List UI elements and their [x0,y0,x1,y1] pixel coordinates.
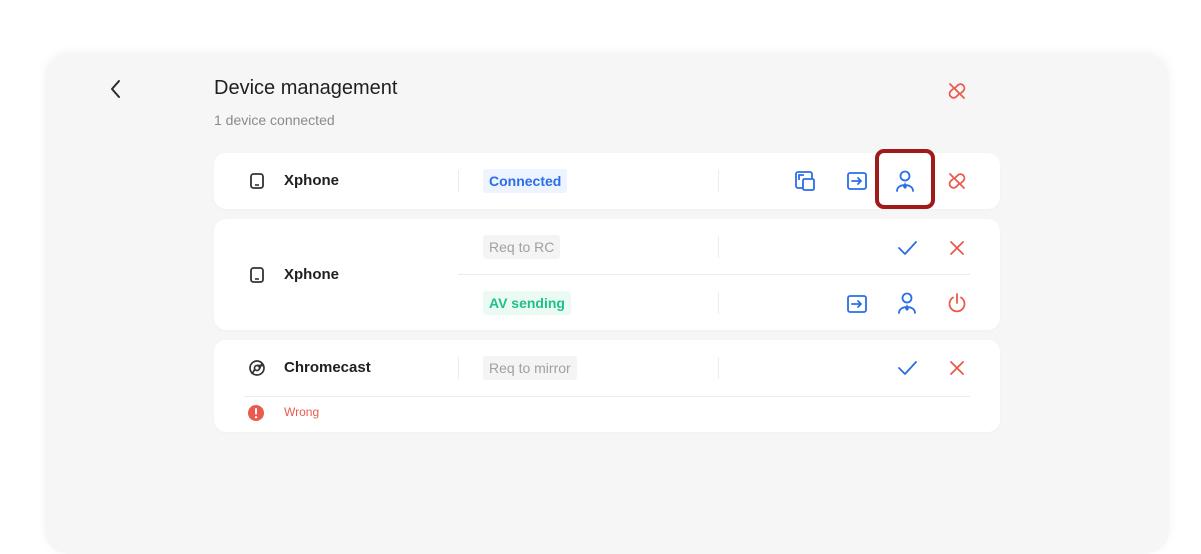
unlink-icon [948,83,966,99]
phone-icon [247,265,267,285]
close-icon [950,241,964,255]
remote-control-icon [898,292,916,314]
remote-control-button[interactable] [894,290,920,316]
device-card [214,340,1000,432]
status-badge: Connected [483,169,568,193]
cast-in-button[interactable] [844,168,870,194]
screen-share-icon [795,171,815,191]
back-button[interactable] [104,77,128,101]
cast-in-button[interactable] [844,291,870,317]
close-icon [950,361,964,375]
row-divider [244,396,970,397]
power-icon [948,293,966,313]
divider [458,357,459,379]
check-icon [898,241,917,255]
device-name: Xphone [284,172,339,189]
accept-button[interactable] [894,355,920,381]
divider [718,236,719,258]
chevron-left-icon [111,80,120,98]
device-name: Chromecast [284,359,371,376]
cast-in-icon [847,295,867,313]
remote-control-button[interactable] [892,168,918,194]
cast-in-icon [847,172,867,190]
chromecast-icon [247,358,267,378]
row-divider [458,274,970,275]
page-subtitle: 1 device connected [214,112,335,128]
reject-button[interactable] [944,235,970,261]
check-icon [898,361,917,375]
page-title: Device management [214,77,398,99]
reject-button[interactable] [944,355,970,381]
accept-button[interactable] [894,235,920,261]
disconnect-all-button[interactable] [944,78,970,104]
divider [718,357,719,379]
error-icon [246,403,266,423]
device-name: Xphone [284,266,339,283]
status-badge: Req to RC [483,235,561,259]
stop-button[interactable] [944,290,970,316]
divider [458,170,459,192]
status-badge: Req to mirror [483,356,577,380]
disconnect-button[interactable] [944,168,970,194]
divider [718,170,719,192]
divider [718,292,719,314]
screen-share-button[interactable] [792,168,818,194]
phone-icon [247,171,267,191]
unlink-icon [948,173,966,189]
remote-control-icon [896,170,914,192]
error-message: Wrong [284,405,320,419]
status-badge: AV sending [483,291,571,315]
